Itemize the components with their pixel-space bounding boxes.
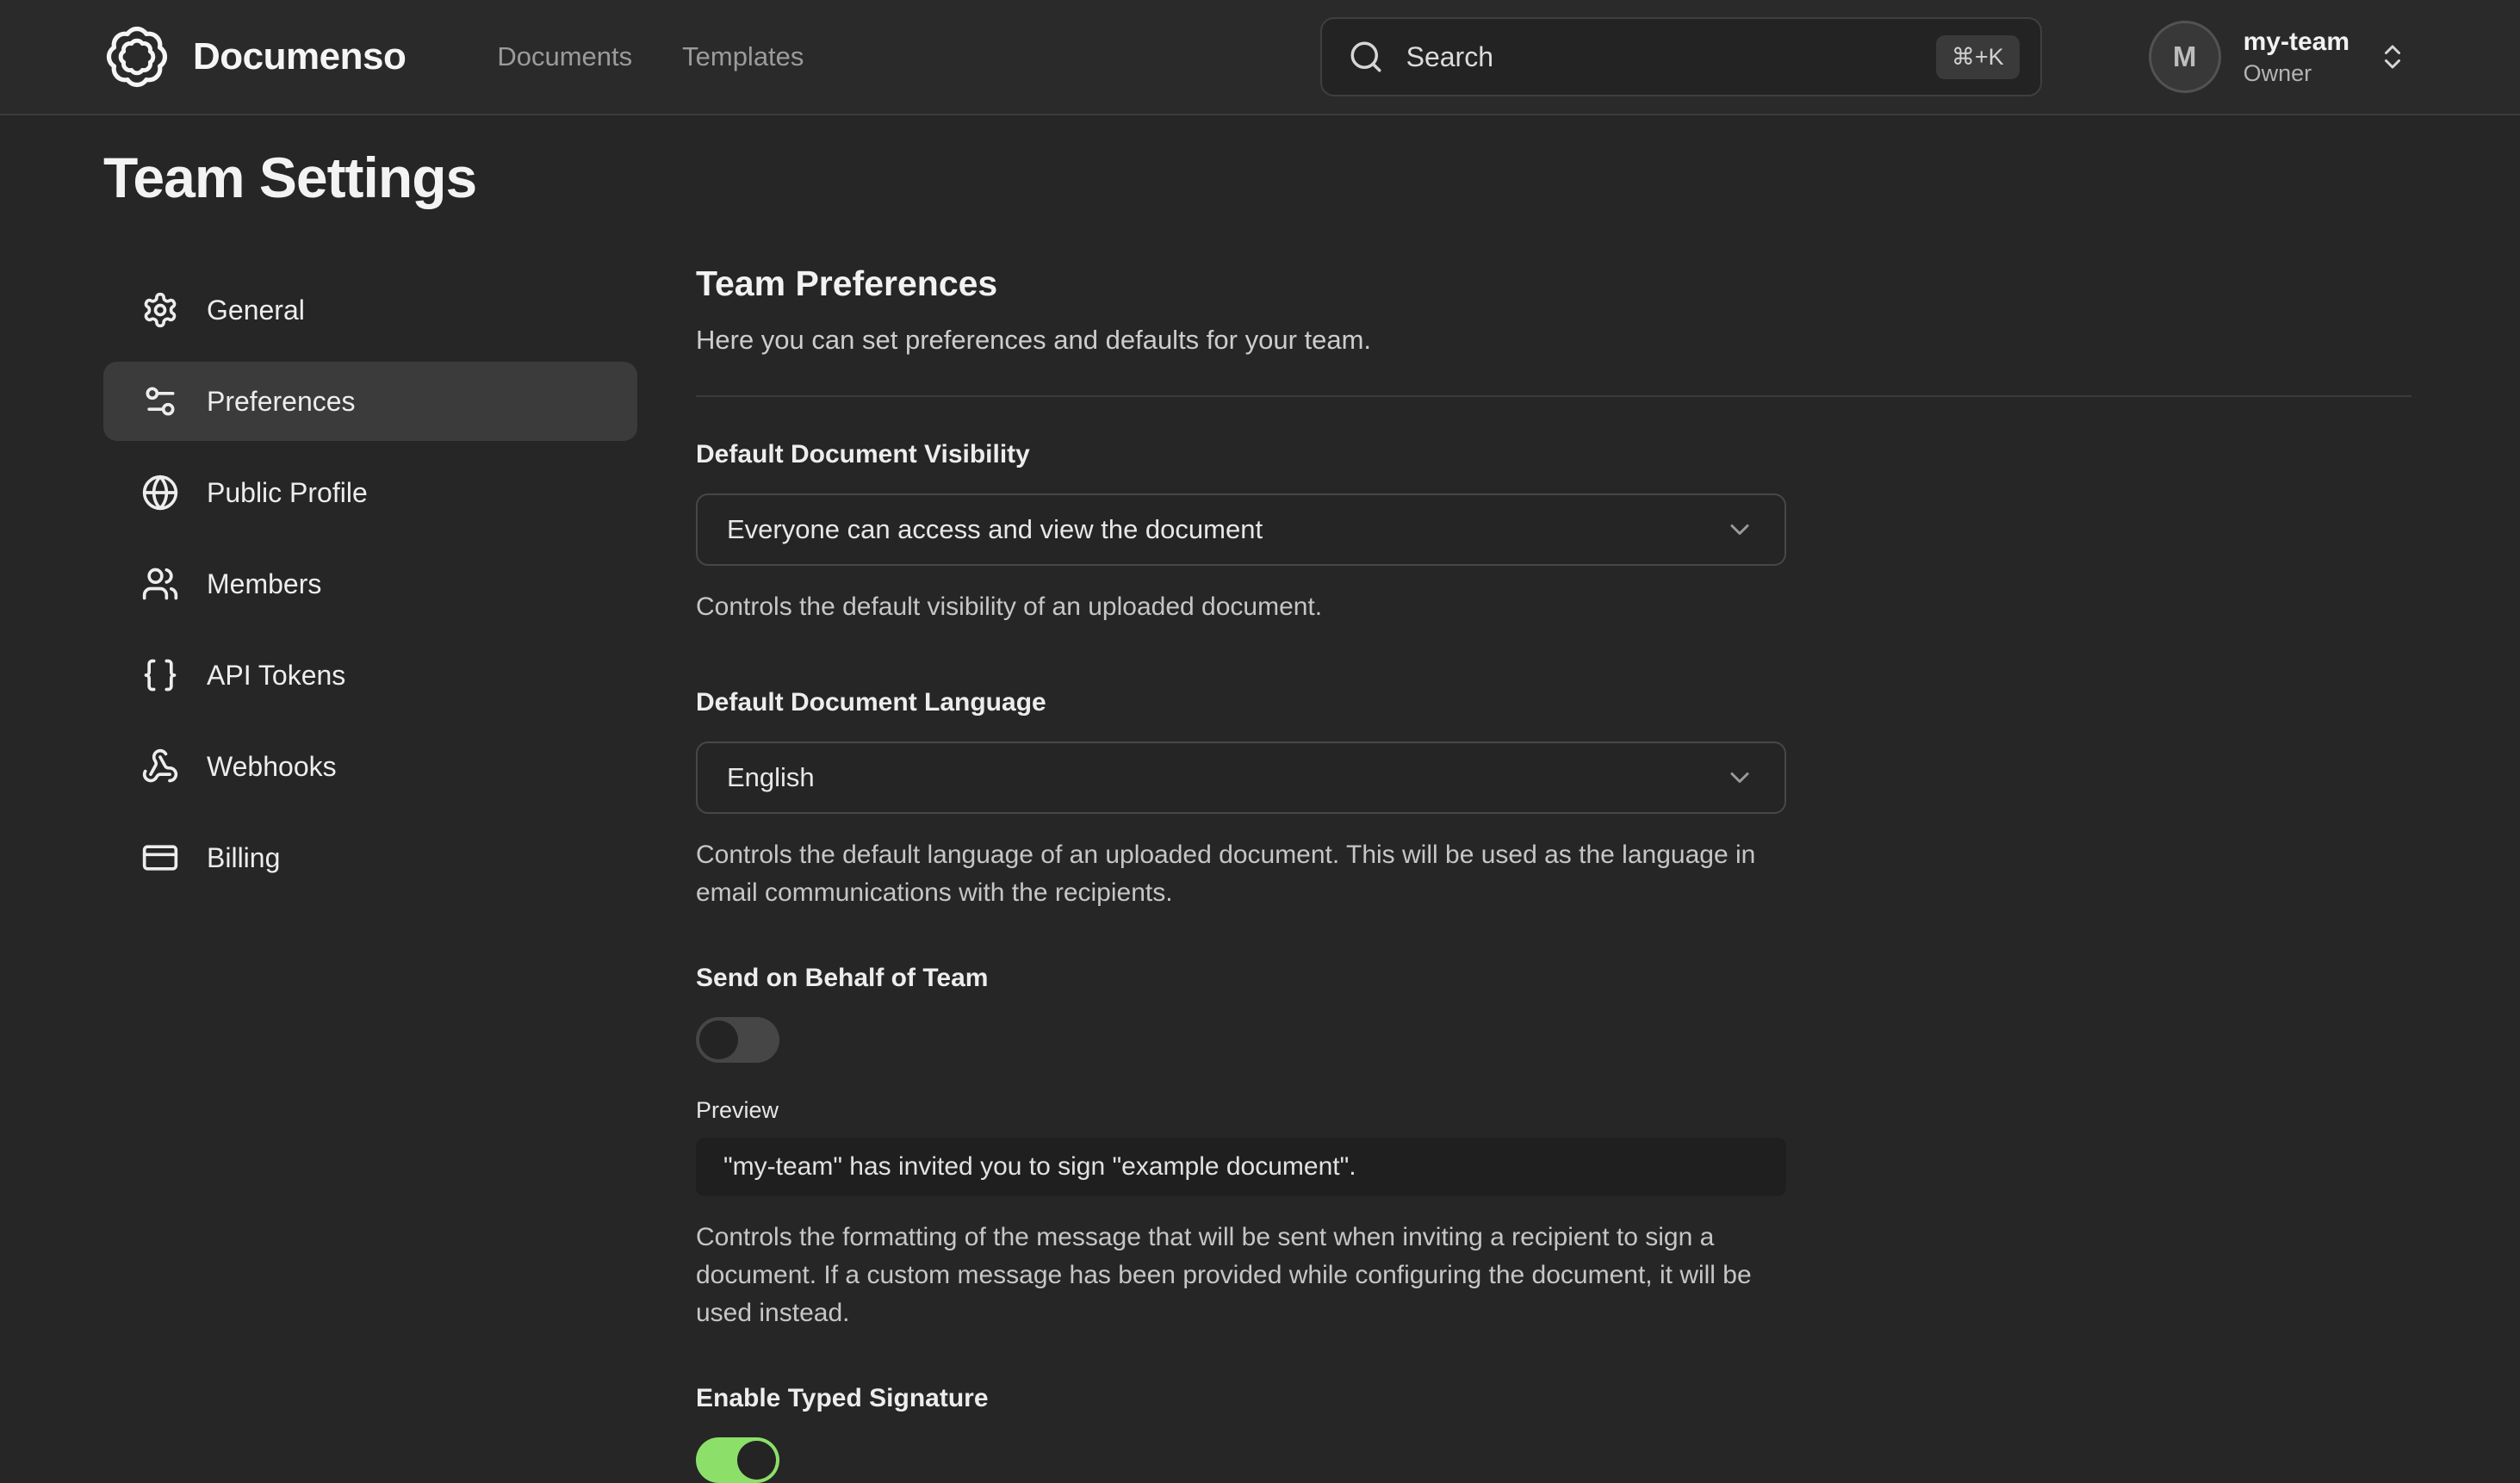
sidebar-item-label: Members — [207, 568, 321, 600]
sidebar-item-api-tokens[interactable]: API Tokens — [103, 636, 637, 715]
chevrons-up-down-icon — [2377, 41, 2408, 72]
sidebar-item-label: General — [207, 295, 305, 326]
typed-signature-label: Enable Typed Signature — [696, 1384, 1786, 1413]
language-select-value: English — [727, 762, 1724, 793]
send-on-behalf-toggle[interactable] — [696, 1017, 779, 1063]
visibility-select[interactable]: Everyone can access and view the documen… — [696, 493, 1786, 566]
section-heading: Team Preferences — [696, 264, 2411, 304]
search-shortcut-badge: ⌘+K — [1936, 35, 2020, 79]
sidebar-item-public-profile[interactable]: Public Profile — [103, 453, 637, 532]
sidebar-item-members[interactable]: Members — [103, 544, 637, 624]
visibility-select-value: Everyone can access and view the documen… — [727, 514, 1724, 545]
preferences-panel: Team Preferences Here you can set prefer… — [696, 264, 2411, 1483]
settings-sidebar: General Preferences Public Profile Membe… — [103, 270, 637, 1483]
team-avatar: M — [2149, 21, 2221, 93]
sidebar-item-preferences[interactable]: Preferences — [103, 362, 637, 441]
preview-label: Preview — [696, 1097, 1786, 1124]
visibility-help: Controls the default visibility of an up… — [696, 588, 1786, 626]
typed-signature-toggle[interactable] — [696, 1437, 779, 1483]
users-icon — [141, 565, 179, 603]
sidebar-item-label: Preferences — [207, 386, 356, 418]
globe-icon — [141, 474, 179, 512]
visibility-label: Default Document Visibility — [696, 440, 1786, 469]
send-on-behalf-label: Send on Behalf of Team — [696, 964, 1786, 993]
team-role: Owner — [2244, 60, 2349, 87]
documenso-rosette-icon — [103, 23, 171, 90]
primary-nav: Documents Templates — [497, 41, 804, 72]
chevron-down-icon — [1724, 762, 1755, 793]
webhook-icon — [141, 748, 179, 785]
language-select[interactable]: English — [696, 742, 1786, 814]
preview-text: "my-team" has invited you to sign "examp… — [723, 1152, 1356, 1182]
send-on-behalf-help: Controls the formatting of the message t… — [696, 1219, 1786, 1332]
nav-link-templates[interactable]: Templates — [682, 41, 804, 72]
team-name: my-team — [2244, 28, 2349, 57]
team-switcher[interactable]: M my-team Owner — [2149, 21, 2408, 93]
team-meta: my-team Owner — [2244, 28, 2349, 87]
sidebar-item-billing[interactable]: Billing — [103, 818, 637, 897]
global-search[interactable]: ⌘+K — [1320, 17, 2042, 96]
gear-icon — [141, 291, 179, 329]
search-icon — [1348, 39, 1384, 75]
sidebar-item-label: Public Profile — [207, 477, 368, 509]
preview-box: "my-team" has invited you to sign "examp… — [696, 1138, 1786, 1196]
top-navbar: Documenso Documents Templates ⌘+K M my-t… — [0, 0, 2520, 115]
search-input[interactable] — [1406, 41, 1936, 73]
credit-card-icon — [141, 839, 179, 877]
language-help: Controls the default language of an uplo… — [696, 836, 1786, 912]
content-area: General Preferences Public Profile Membe… — [0, 210, 2520, 1483]
brand-name: Documenso — [193, 35, 406, 78]
braces-icon — [141, 656, 179, 694]
documenso-logo[interactable]: Documenso — [103, 23, 406, 90]
sidebar-item-general[interactable]: General — [103, 270, 637, 350]
sidebar-item-label: Webhooks — [207, 751, 337, 783]
section-divider — [696, 395, 2411, 397]
sidebar-item-label: Billing — [207, 842, 280, 874]
sidebar-item-label: API Tokens — [207, 660, 345, 692]
sidebar-item-webhooks[interactable]: Webhooks — [103, 727, 637, 806]
toggle-knob — [737, 1441, 776, 1480]
section-subheading: Here you can set preferences and default… — [696, 325, 2411, 356]
nav-link-documents[interactable]: Documents — [497, 41, 632, 72]
language-label: Default Document Language — [696, 688, 1786, 717]
toggle-knob — [699, 1021, 738, 1059]
page-title: Team Settings — [103, 145, 2520, 210]
chevron-down-icon — [1724, 514, 1755, 545]
sliders-icon — [141, 382, 179, 420]
